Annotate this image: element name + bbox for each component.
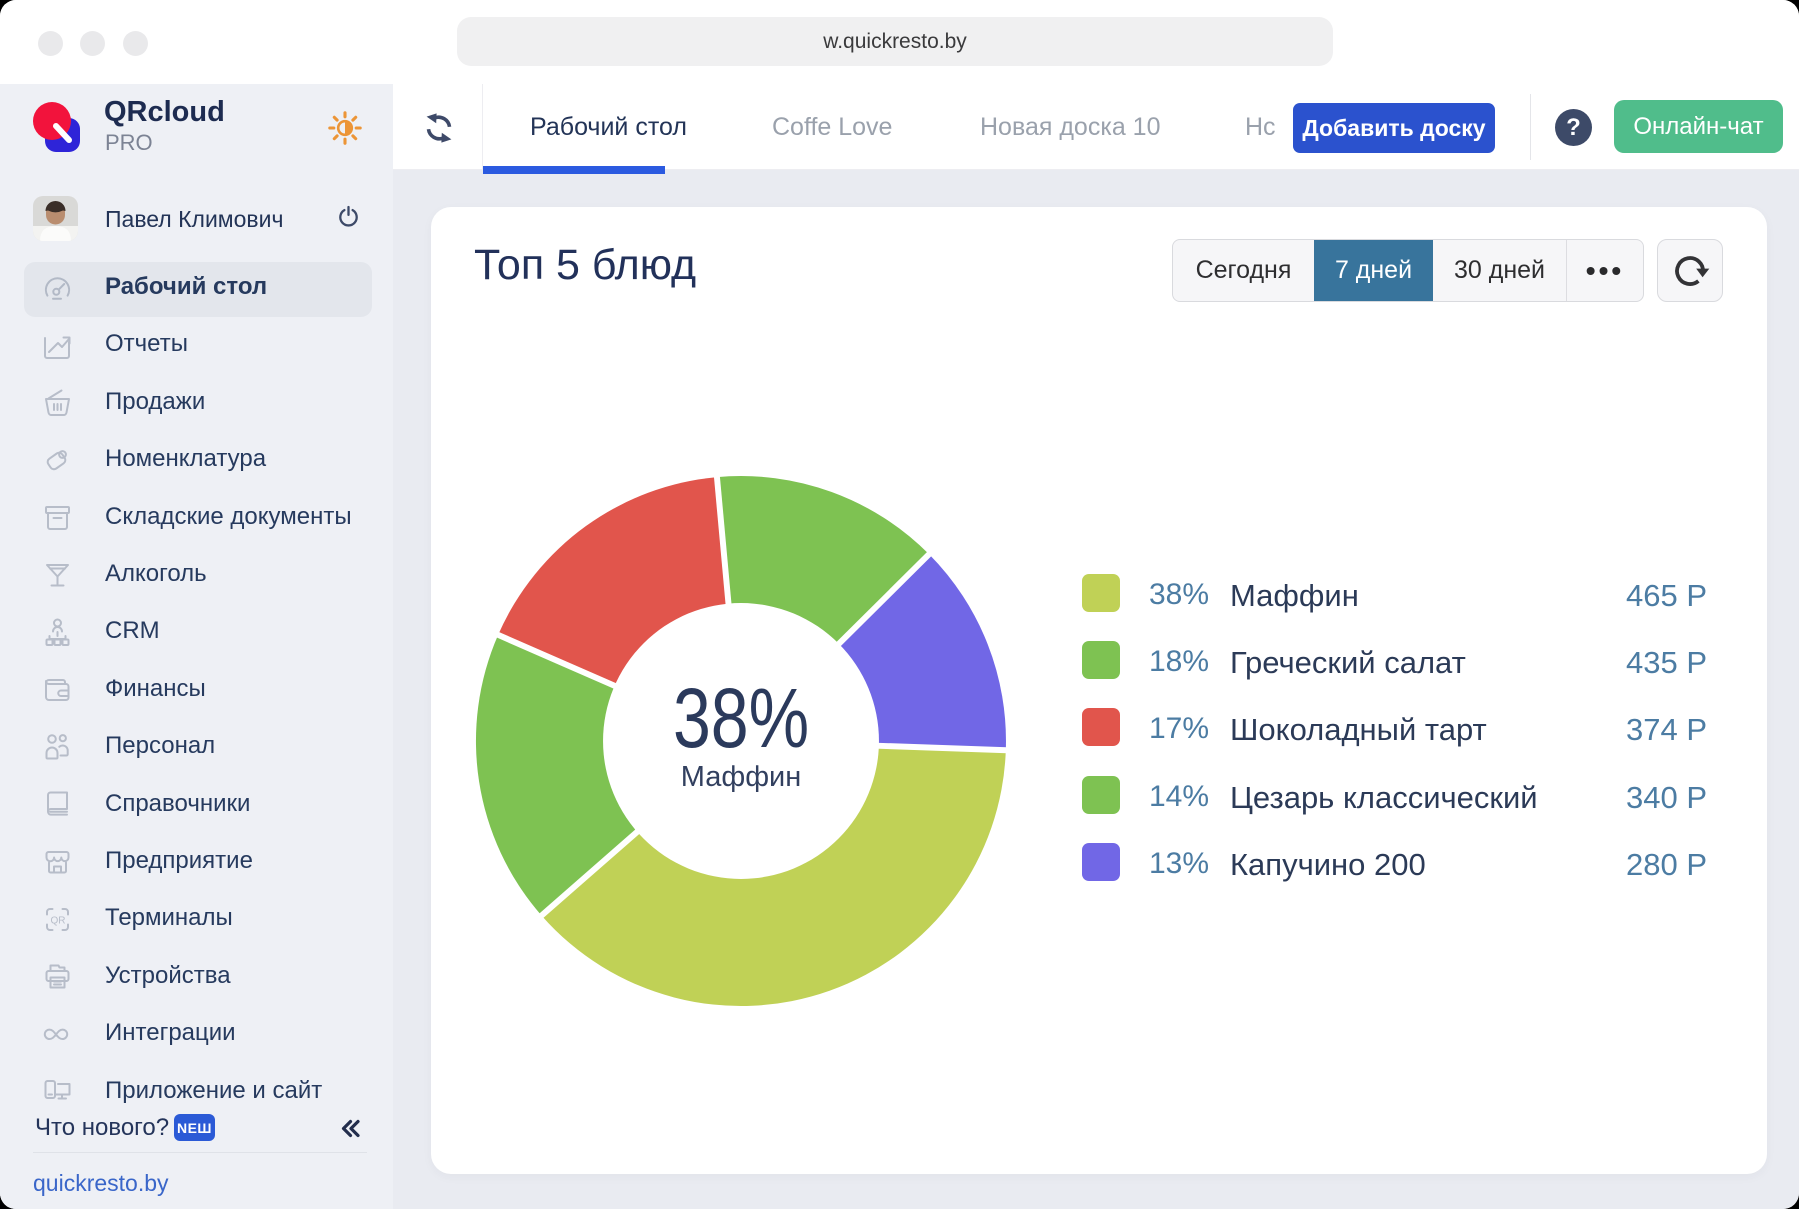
svg-text:QR: QR (51, 916, 66, 927)
